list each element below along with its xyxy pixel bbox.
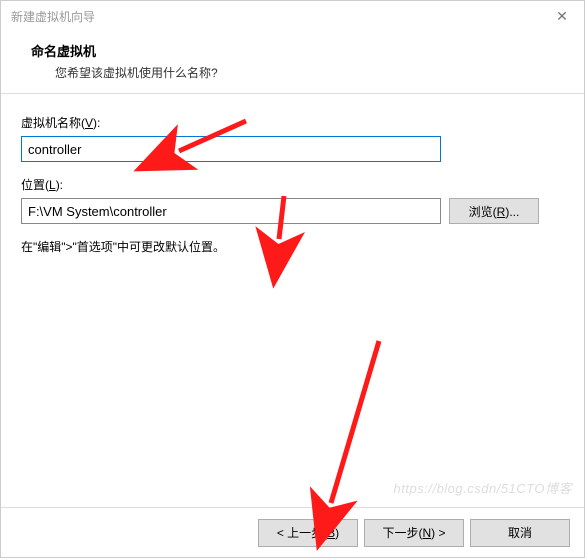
hint-text: 在"编辑">"首选项"中可更改默认位置。 <box>21 238 564 255</box>
titlebar: 新建虚拟机向导 ✕ <box>1 1 584 31</box>
header: 命名虚拟机 您希望该虚拟机使用什么名称? <box>1 31 584 94</box>
browse-button[interactable]: 浏览(R)... <box>449 198 539 224</box>
close-button[interactable]: ✕ <box>540 1 584 31</box>
arrow-to-next-icon <box>331 341 379 503</box>
location-row: 浏览(R)... <box>21 198 564 224</box>
wizard-dialog: 新建虚拟机向导 ✕ 命名虚拟机 您希望该虚拟机使用什么名称? 虚拟机名称(V):… <box>0 0 585 558</box>
location-label: 位置(L): <box>21 176 564 193</box>
location-input[interactable] <box>21 198 441 224</box>
vm-name-input[interactable] <box>21 136 441 162</box>
close-icon: ✕ <box>556 8 568 25</box>
back-button[interactable]: < 上一步(B) <box>258 519 358 547</box>
vm-name-group: 虚拟机名称(V): <box>21 114 564 162</box>
content: 虚拟机名称(V): 位置(L): 浏览(R)... 在"编辑">"首选项"中可更… <box>1 94 584 265</box>
vm-name-label: 虚拟机名称(V): <box>21 114 564 131</box>
page-title: 命名虚拟机 <box>31 41 564 60</box>
window-title: 新建虚拟机向导 <box>11 8 95 25</box>
page-subtitle: 您希望该虚拟机使用什么名称? <box>55 64 564 81</box>
watermark: https://blog.csdn/51CTO博客 <box>394 478 572 497</box>
location-group: 位置(L): 浏览(R)... <box>21 176 564 224</box>
cancel-button[interactable]: 取消 <box>470 519 570 547</box>
next-button[interactable]: 下一步(N) > <box>364 519 464 547</box>
footer: < 上一步(B) 下一步(N) > 取消 <box>1 507 584 557</box>
